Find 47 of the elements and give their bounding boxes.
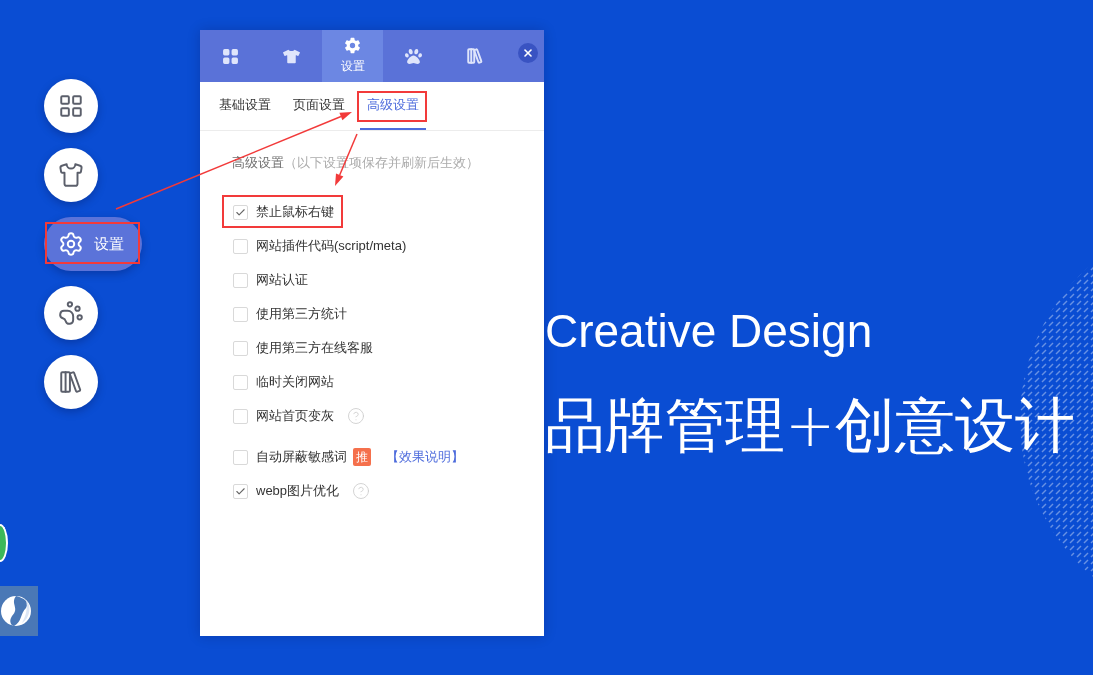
recommend-badge: 推: [353, 448, 371, 466]
books-icon: [58, 369, 84, 395]
checkbox[interactable]: [233, 483, 248, 499]
checkbox[interactable]: [233, 204, 248, 220]
grid-icon: [58, 93, 84, 119]
settings-icon: [58, 231, 84, 257]
checkbox[interactable]: [233, 449, 248, 465]
hero-title: Creative Design: [545, 304, 873, 358]
option-label: 临时关闭网站: [256, 373, 334, 391]
paw-icon: [405, 47, 422, 65]
check-icon: [235, 485, 246, 497]
option-label: 自动屏蔽敏感词: [256, 448, 347, 466]
option-label: 禁止鼠标右键: [256, 203, 334, 221]
hero-subtitle: 品牌管理+创意设计: [545, 389, 1076, 462]
sidebar-item[interactable]: [44, 148, 98, 202]
checkbox[interactable]: [233, 272, 248, 288]
option-label: webp图片优化: [256, 482, 340, 500]
checkbox[interactable]: [233, 374, 248, 390]
grid-icon: [222, 47, 239, 65]
sidebar-item[interactable]: [44, 355, 98, 409]
checkbox[interactable]: [233, 238, 248, 254]
option-label: 使用第三方在线客服: [256, 339, 373, 357]
paw-icon: [58, 300, 84, 326]
sidebar-item[interactable]: [44, 79, 98, 133]
sidebar-item[interactable]: 设置: [44, 217, 142, 271]
settings-icon: [344, 37, 361, 54]
checkbox[interactable]: [233, 340, 248, 356]
close-icon: [522, 47, 534, 59]
sidebar-item[interactable]: [44, 286, 98, 340]
panel-tab[interactable]: 设置: [322, 30, 383, 82]
sub-tab[interactable]: 页面设置: [286, 82, 352, 130]
sub-tab[interactable]: 基础设置: [212, 82, 278, 130]
checkbox[interactable]: [233, 408, 248, 424]
checkbox[interactable]: [233, 306, 248, 322]
option-label: 网站首页变灰: [256, 407, 334, 425]
sub-tab[interactable]: 高级设置: [360, 82, 426, 130]
books-icon: [465, 47, 484, 65]
shirt-icon: [58, 162, 84, 188]
option-label: 网站插件代码(script/meta): [256, 237, 407, 255]
option-label: 使用第三方统计: [256, 305, 347, 323]
logo-tile-icon[interactable]: [0, 586, 38, 636]
shirt-icon: [283, 47, 300, 65]
check-icon: [235, 206, 246, 218]
close-button[interactable]: [518, 43, 538, 63]
effect-link[interactable]: 【效果说明】: [386, 448, 464, 466]
option-label: 网站认证: [256, 271, 308, 289]
section-title: 高级设置: [232, 154, 284, 172]
